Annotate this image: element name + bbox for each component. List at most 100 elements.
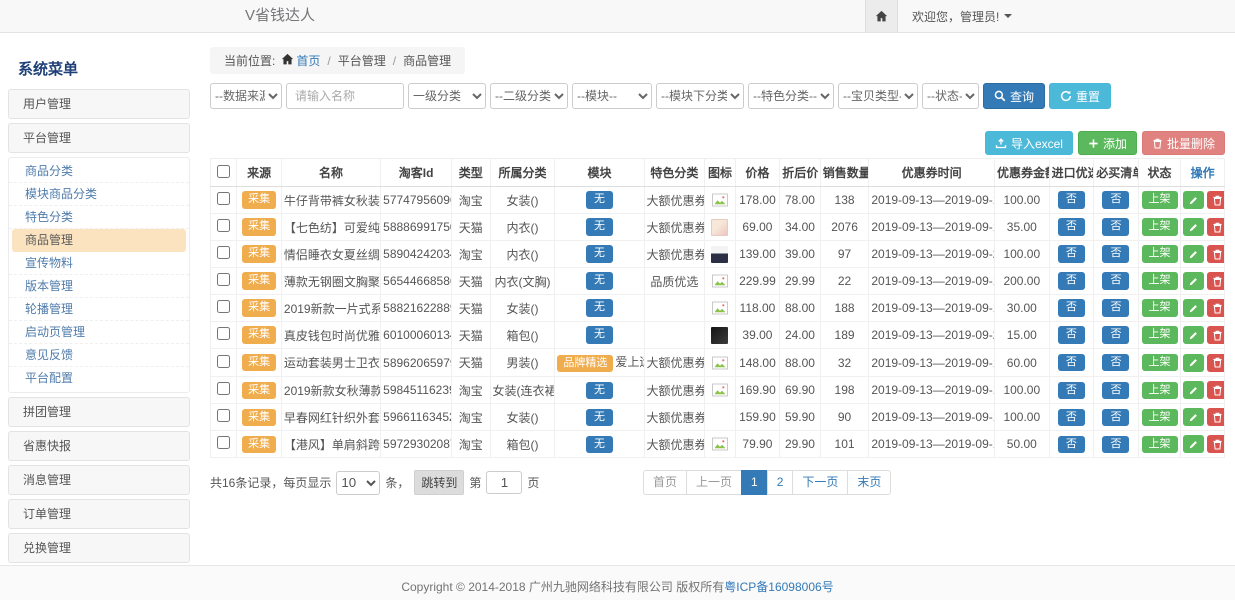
import-excel-label: 导入excel: [1011, 135, 1063, 152]
price-cell: 139.00: [735, 241, 780, 268]
filter-select-level1-category[interactable]: 一级分类: [408, 83, 486, 109]
category-cell: 女装(): [490, 404, 555, 431]
home-button[interactable]: [865, 0, 898, 32]
source-cell: 采集: [237, 241, 282, 268]
row-checkbox[interactable]: [217, 192, 230, 205]
coupon-time-cell: 2019-09-13—2019-09-15: [869, 349, 995, 377]
sidebar-group[interactable]: 省惠快报: [8, 431, 190, 461]
sidebar-item[interactable]: 特色分类: [9, 206, 189, 229]
status-badge: 否: [1102, 354, 1129, 371]
edit-button[interactable]: [1183, 272, 1204, 290]
row-checkbox[interactable]: [217, 355, 230, 368]
sidebar-item[interactable]: 轮播管理: [9, 298, 189, 321]
sidebar-group[interactable]: 消息管理: [8, 465, 190, 495]
delete-button[interactable]: [1207, 435, 1224, 453]
filter-select-data-source[interactable]: --数据来源--: [210, 83, 282, 109]
delete-button[interactable]: [1207, 326, 1224, 344]
delete-button[interactable]: [1207, 408, 1224, 426]
sidebar-group[interactable]: 拼团管理: [8, 397, 190, 427]
filter-select-item-type[interactable]: --宝贝类型--: [838, 83, 918, 109]
delete-button[interactable]: [1207, 218, 1224, 236]
filter-select-feature-category[interactable]: --特色分类--: [748, 83, 834, 109]
row-checkbox[interactable]: [217, 219, 230, 232]
edit-button[interactable]: [1183, 191, 1204, 209]
sidebar-group[interactable]: 用户管理: [8, 89, 190, 119]
edit-button[interactable]: [1183, 326, 1204, 344]
sidebar-item[interactable]: 商品分类: [9, 160, 189, 183]
taoke-id-cell: 598451162391: [381, 377, 452, 404]
pager-button[interactable]: 2: [767, 470, 794, 495]
edit-button[interactable]: [1183, 354, 1204, 372]
import-excel-button[interactable]: 导入excel: [985, 131, 1073, 155]
pager-button[interactable]: 末页: [847, 470, 891, 495]
edit-button[interactable]: [1183, 218, 1204, 236]
user-menu[interactable]: 欢迎您，管理员!: [912, 8, 1012, 25]
sidebar-group[interactable]: 平台管理: [8, 123, 190, 153]
taoke-id-cell: 596611634525: [381, 404, 452, 431]
delete-button[interactable]: [1207, 299, 1224, 317]
edit-button[interactable]: [1183, 381, 1204, 399]
discount-price-cell: 59.90: [780, 404, 821, 431]
status-badge: 否: [1102, 326, 1129, 343]
reset-button[interactable]: 重置: [1049, 83, 1111, 109]
sidebar-item[interactable]: 意见反馈: [9, 344, 189, 367]
row-checkbox[interactable]: [217, 327, 230, 340]
row-checkbox[interactable]: [217, 273, 230, 286]
breadcrumb-item: 平台管理: [338, 54, 386, 68]
sidebar-group[interactable]: 兑换管理: [8, 533, 190, 563]
image-placeholder-icon: [712, 382, 728, 398]
page-size-select[interactable]: 10: [336, 471, 380, 495]
edit-button[interactable]: [1183, 408, 1204, 426]
status-cell: 上架: [1138, 187, 1181, 214]
edit-button[interactable]: [1183, 299, 1204, 317]
edit-button[interactable]: [1183, 435, 1204, 453]
batch-delete-button[interactable]: 批量删除: [1142, 131, 1225, 155]
row-checkbox[interactable]: [217, 436, 230, 449]
name-search-input[interactable]: [286, 83, 404, 109]
delete-button[interactable]: [1207, 191, 1224, 209]
sidebar-item[interactable]: 启动页管理: [9, 321, 189, 344]
pager-button[interactable]: 1: [741, 470, 768, 495]
feature-cell: 品质优选: [644, 268, 705, 295]
refresh-icon: [1060, 90, 1072, 102]
sidebar-group[interactable]: 订单管理: [8, 499, 190, 529]
add-button[interactable]: 添加: [1078, 131, 1137, 155]
feature-cell: 大额优惠券: [644, 377, 705, 404]
filter-select-status[interactable]: --状态--: [922, 83, 979, 109]
sidebar-item[interactable]: 模块商品分类: [9, 183, 189, 206]
sidebar-item[interactable]: 版本管理: [9, 275, 189, 298]
edit-button[interactable]: [1183, 245, 1204, 263]
row-checkbox[interactable]: [217, 300, 230, 313]
module-cell: 无: [555, 214, 644, 241]
row-checkbox[interactable]: [217, 246, 230, 259]
icon-cell: [705, 214, 735, 241]
pager-button[interactable]: 下一页: [792, 470, 848, 495]
sales-cell: 101: [820, 431, 869, 458]
pager-button: 上一页: [686, 470, 742, 495]
select-all-checkbox[interactable]: [217, 165, 230, 178]
sidebar-item[interactable]: 平台配置: [9, 367, 189, 390]
module-cell: 无: [555, 377, 644, 404]
sidebar-item-active[interactable]: 商品管理: [12, 229, 186, 252]
search-button[interactable]: 查询: [983, 83, 1045, 109]
sidebar-title: 系统菜单: [8, 55, 190, 89]
delete-button[interactable]: [1207, 272, 1224, 290]
icp-link[interactable]: 粤ICP备16098006号: [724, 580, 833, 594]
jump-page-input[interactable]: [486, 471, 522, 494]
sidebar-item[interactable]: 宣传物料: [9, 252, 189, 275]
delete-button[interactable]: [1207, 354, 1224, 372]
jump-button[interactable]: 跳转到: [414, 470, 464, 495]
row-checkbox[interactable]: [217, 382, 230, 395]
actions-cell: [1181, 404, 1225, 431]
coupon-amount-cell: 60.00: [994, 349, 1049, 377]
row-checkbox[interactable]: [217, 409, 230, 422]
breadcrumb-home-link[interactable]: 首页: [296, 54, 320, 68]
filter-select-module[interactable]: --模块--: [572, 83, 652, 109]
sales-cell: 138: [820, 187, 869, 214]
delete-button[interactable]: [1207, 381, 1224, 399]
filter-select-module-subcategory[interactable]: --模块下分类--: [656, 83, 744, 109]
delete-button[interactable]: [1207, 245, 1224, 263]
type-cell: 天猫: [452, 322, 490, 349]
status-badge: 无: [586, 299, 613, 316]
filter-select-level2-category[interactable]: --二级分类--: [490, 83, 568, 109]
